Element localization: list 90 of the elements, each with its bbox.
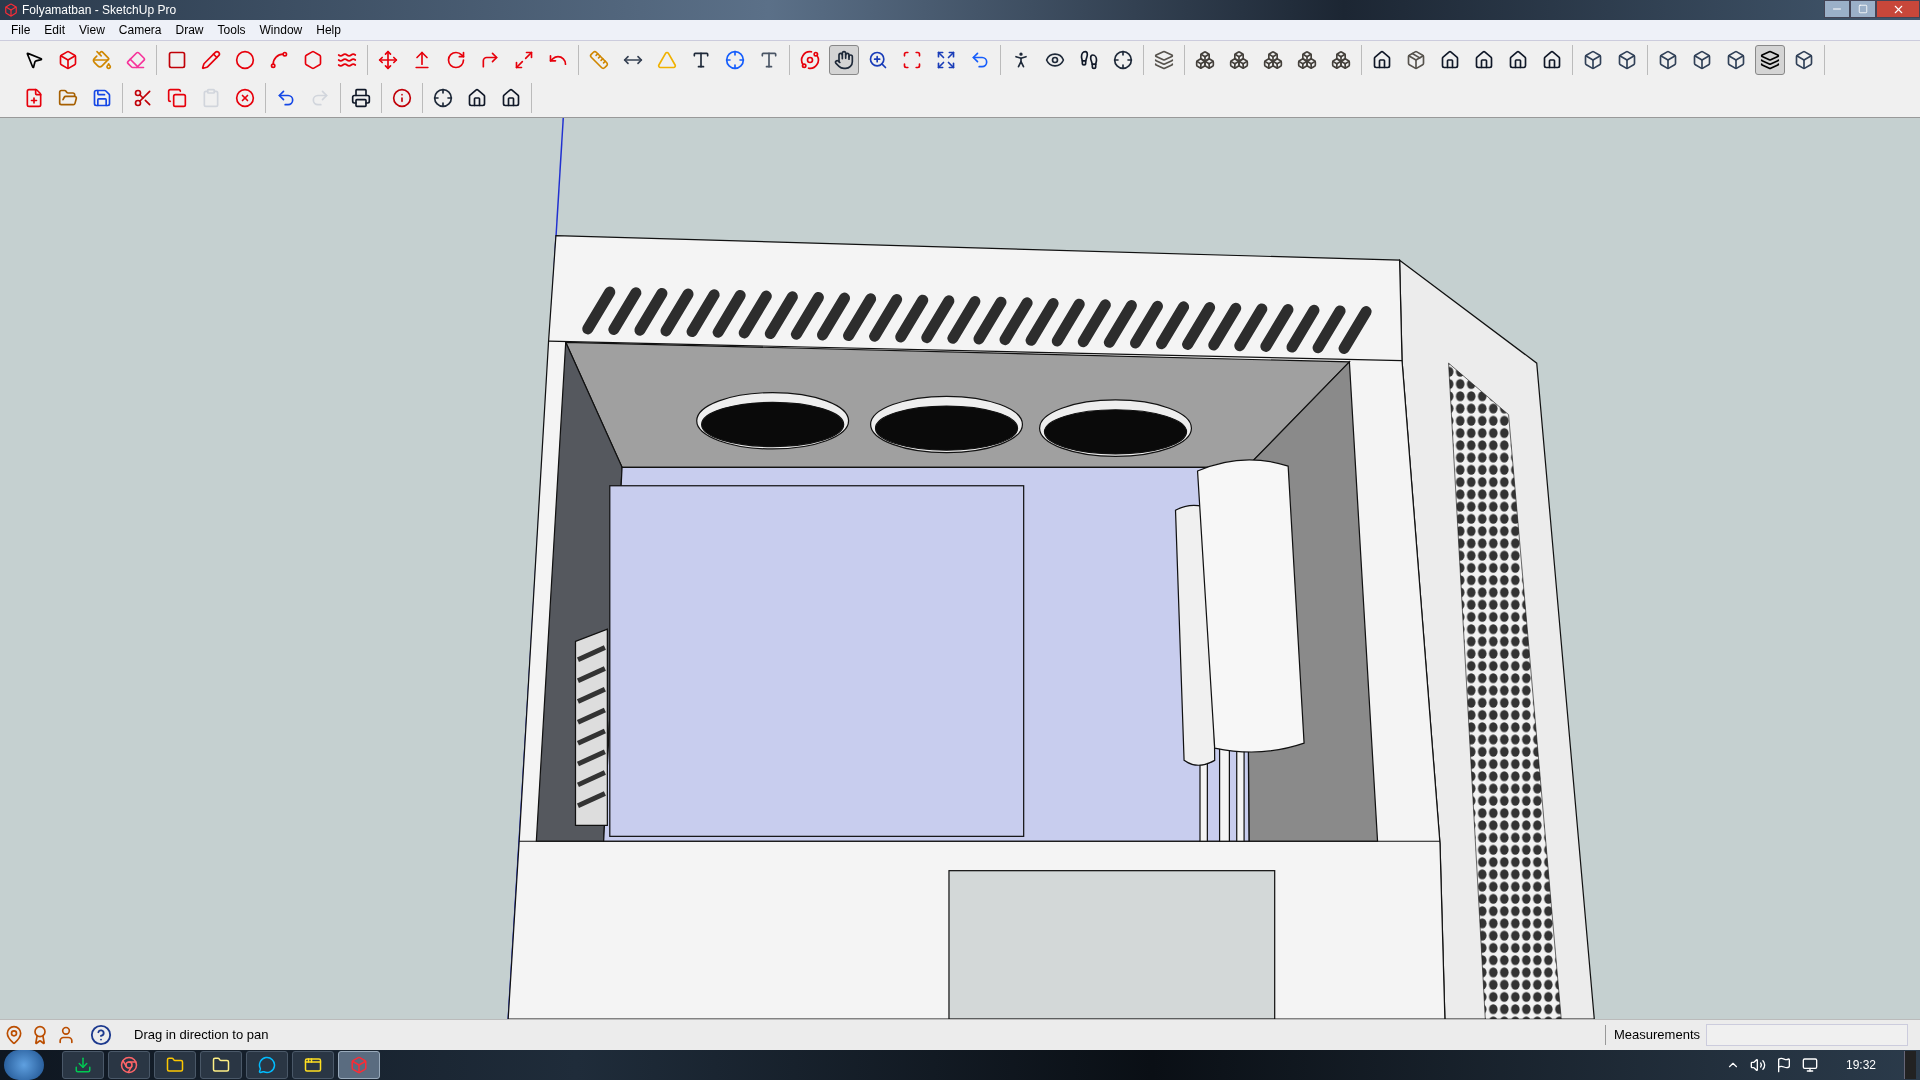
- house-icon: [467, 88, 487, 108]
- help-icon[interactable]: [90, 1024, 112, 1046]
- protractor-icon: [657, 50, 677, 70]
- house-icon: [1542, 50, 1562, 70]
- zoom-extents-icon: [936, 50, 956, 70]
- circle-icon: [235, 50, 255, 70]
- redo-icon: [310, 88, 330, 108]
- taskbar-app-button[interactable]: [62, 1051, 104, 1079]
- text-label-icon: [691, 50, 711, 70]
- rectangle-icon: [167, 50, 187, 70]
- cube-icon: [1583, 50, 1603, 70]
- box-icon: [1406, 50, 1426, 70]
- house-icon: [1508, 50, 1528, 70]
- cube-icon: [1617, 50, 1637, 70]
- undo-icon: [276, 88, 296, 108]
- paint-bucket-icon: [92, 50, 112, 70]
- house-icon: [1474, 50, 1494, 70]
- show-desktop-button[interactable]: [1904, 1051, 1916, 1079]
- menu-item[interactable]: Tools: [210, 21, 253, 39]
- menu-item[interactable]: Window: [252, 21, 310, 39]
- status-hint: Drag in direction to pan: [134, 1026, 269, 1045]
- menu-item[interactable]: View: [72, 21, 112, 39]
- taskbar-app-button[interactable]: [292, 1051, 334, 1079]
- previous-view-icon: [970, 50, 990, 70]
- hand-icon: [834, 50, 854, 70]
- documents-icon: [166, 1056, 184, 1074]
- eraser-icon: [126, 50, 146, 70]
- menu-item[interactable]: File: [4, 21, 38, 39]
- chat-icon: [258, 1056, 276, 1074]
- scale-icon: [514, 50, 534, 70]
- taskbar-app-button[interactable]: [154, 1051, 196, 1079]
- pencil-icon: [201, 50, 221, 70]
- info-icon: [392, 88, 412, 108]
- flag-icon[interactable]: [1775, 1057, 1792, 1073]
- scissors-icon: [133, 88, 153, 108]
- clipboard-icon: [201, 88, 221, 108]
- eye-icon: [1045, 50, 1065, 70]
- cube-icon: [1692, 50, 1712, 70]
- taskbar-app-button[interactable]: [200, 1051, 242, 1079]
- 3d-viewport[interactable]: [0, 118, 1920, 1019]
- cube-icon: [1794, 50, 1814, 70]
- cube-icon: [1658, 50, 1678, 70]
- new-file-icon: [24, 88, 44, 108]
- measurements-label: Measurements: [1605, 1025, 1700, 1045]
- orbit-icon: [800, 50, 820, 70]
- move-arrows-icon: [378, 50, 398, 70]
- menu-item[interactable]: Help: [309, 21, 348, 39]
- taskbar-app-button[interactable]: [108, 1051, 150, 1079]
- browser-icon: [120, 1056, 138, 1074]
- window-title: Folyamatban - SketchUp Pro: [22, 2, 177, 19]
- user-icon[interactable]: [56, 1025, 76, 1045]
- tape-measure-icon: [589, 50, 609, 70]
- tool-button[interactable]: [829, 45, 859, 75]
- restore-icon: [1858, 4, 1868, 14]
- measurements-field[interactable]: [1706, 1024, 1908, 1046]
- folder-icon: [212, 1056, 230, 1074]
- start-button[interactable]: [4, 1050, 44, 1080]
- zoom-window-icon: [902, 50, 922, 70]
- taskbar-app-button[interactable]: [246, 1051, 288, 1079]
- maximize-button[interactable]: [1850, 0, 1876, 18]
- freehand-icon: [337, 50, 357, 70]
- tool-button[interactable]: [1755, 45, 1785, 75]
- house-icon: [1440, 50, 1460, 70]
- printer-icon: [351, 88, 371, 108]
- cube-icon: [58, 50, 78, 70]
- footprints-icon: [1079, 50, 1099, 70]
- house-icon: [501, 88, 521, 108]
- rotate-icon: [446, 50, 466, 70]
- polygon-icon: [303, 50, 323, 70]
- menu-item[interactable]: Edit: [37, 21, 73, 39]
- speaker-icon[interactable]: [1749, 1057, 1766, 1073]
- geo-location-icon[interactable]: [4, 1025, 24, 1045]
- close-button[interactable]: [1876, 0, 1920, 18]
- app-icon: [304, 1056, 322, 1074]
- network-icon[interactable]: [1801, 1057, 1818, 1073]
- zoom-icon: [868, 50, 888, 70]
- minimize-button[interactable]: [1824, 0, 1850, 18]
- folder-icon: [58, 88, 78, 108]
- clock[interactable]: 19:32: [1845, 1056, 1876, 1074]
- menu-item[interactable]: Camera: [111, 21, 169, 39]
- striped-cube-icon: [1760, 50, 1780, 70]
- house-icon: [1372, 50, 1392, 70]
- copy-icon: [167, 88, 187, 108]
- menu-item[interactable]: Draw: [168, 21, 211, 39]
- layers-icon: [1154, 50, 1174, 70]
- push-pull-icon: [412, 50, 432, 70]
- pointer-icon: [24, 50, 44, 70]
- delete-icon: [235, 88, 255, 108]
- cube-icon: [1726, 50, 1746, 70]
- arc-icon: [269, 50, 289, 70]
